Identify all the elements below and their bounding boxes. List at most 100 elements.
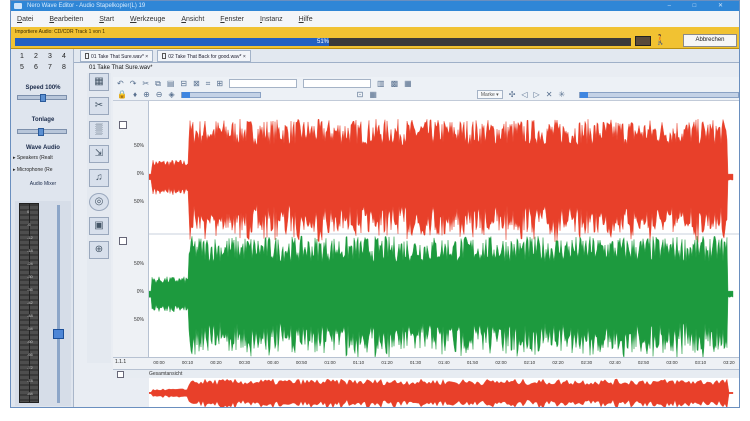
zoom-slider[interactable]	[180, 91, 261, 98]
tonlage-slider[interactable]	[17, 128, 67, 136]
track-button[interactable]: 6	[29, 64, 43, 71]
marker-icon[interactable]: ♦	[133, 90, 137, 99]
scroll-slider[interactable]	[579, 91, 739, 98]
position-field[interactable]	[229, 79, 298, 88]
lock-icon[interactable]: 🔒	[117, 90, 127, 99]
window-controls[interactable]: – □ ✕	[668, 1, 733, 11]
zoom-slider-knob[interactable]	[181, 91, 190, 98]
menu-window[interactable]: Fenster	[220, 16, 244, 23]
zoom-out-icon[interactable]: ⊖	[156, 90, 163, 99]
menu-edit[interactable]: Bearbeiten	[49, 16, 83, 23]
time-tick-label: 03:20	[723, 360, 735, 365]
tab-track-01[interactable]: 01 Take That Sure.wav* ×	[80, 49, 154, 62]
track-button[interactable]: 2	[29, 53, 43, 60]
crop-icon[interactable]: ⌗	[206, 79, 211, 89]
grid-icon[interactable]: ▦	[369, 90, 377, 99]
track-button[interactable]: 5	[15, 64, 29, 71]
waveform-channel[interactable]	[149, 378, 734, 408]
device-microphone[interactable]: ▸ Microphone (Re	[13, 167, 71, 173]
tab-track-02[interactable]: 02 Take That Back for good.wav* ×	[157, 49, 251, 62]
track-button[interactable]: 4	[57, 53, 71, 60]
waveform-svg[interactable]	[149, 101, 740, 357]
close-icon[interactable]: ×	[145, 54, 148, 60]
record-tool-icon[interactable]: ◎	[89, 193, 109, 211]
time-tick-label: 01:10	[352, 360, 365, 365]
audio-mixer: 0 -6 -12 -18 -24 -30 -36 -42 -48 -54 -60 -66 -72 -78 -…	[15, 201, 71, 406]
waveform-channel[interactable]	[149, 235, 734, 357]
fit-icon[interactable]: ⊡	[357, 90, 364, 99]
tonlage-slider-knob[interactable]	[37, 128, 44, 136]
image-tool-icon[interactable]: ▣	[89, 217, 109, 235]
time-tick-label: 03:00	[666, 360, 678, 365]
document-tabs: 01 Take That Sure.wav* × 02 Take That Ba…	[74, 49, 739, 63]
overview-svg[interactable]	[149, 378, 740, 408]
channel-bottom-checkbox[interactable]	[119, 237, 127, 245]
device-speakers[interactable]: ▸ Speakers (Realt	[13, 155, 71, 161]
time-tick-label: 00:50	[295, 360, 308, 365]
speed-slider-knob[interactable]	[40, 94, 46, 102]
mode-select[interactable]: Marke ▾	[476, 90, 503, 99]
zoom-fit-icon[interactable]: ◈	[168, 90, 174, 99]
menu-start[interactable]: Start	[99, 16, 114, 23]
track-button[interactable]: 8	[57, 64, 71, 71]
speed-slider[interactable]	[17, 94, 67, 102]
undo-icon[interactable]: ↶	[117, 79, 124, 88]
menu-tools[interactable]: Werkzeuge	[130, 16, 165, 23]
paste-icon[interactable]: ▤	[167, 79, 175, 88]
menu-view[interactable]: Ansicht	[181, 16, 204, 23]
menu-help[interactable]: Hilfe	[299, 16, 313, 23]
cd-drive-icon	[635, 36, 651, 46]
time-tick-label: 01:30	[409, 360, 422, 365]
spectrum-icon[interactable]: ▩	[391, 79, 399, 88]
abort-button[interactable]: Abbrechen	[683, 34, 737, 47]
menu-file[interactable]: Datei	[17, 16, 33, 23]
tab-label: 02 Take That Back for good.wav*	[168, 53, 242, 60]
export-tool-icon[interactable]: ⇲	[89, 145, 109, 163]
time-tick-label: 02:30	[580, 360, 593, 365]
tool-c-icon[interactable]: ▷	[534, 90, 540, 99]
progress-percent: 51%	[316, 39, 329, 45]
tool-b-icon[interactable]: ◁	[521, 90, 527, 99]
db-label: 0%	[136, 171, 144, 177]
pattern-tool-icon[interactable]: ▒	[89, 121, 109, 139]
meter-scale-tick: -30	[27, 274, 33, 279]
mix-icon[interactable]: ⊞	[216, 79, 223, 88]
channel-top-checkbox[interactable]	[119, 121, 127, 129]
delete-icon[interactable]: ⊠	[193, 79, 200, 88]
copy-icon[interactable]: ⧉	[155, 79, 161, 89]
time-tick-label: 02:10	[523, 360, 536, 365]
track-button[interactable]: 7	[43, 64, 57, 71]
grid-tool-icon[interactable]: ▦	[89, 73, 109, 91]
menu-instance[interactable]: Instanz	[260, 16, 283, 23]
trim-icon[interactable]: ⊟	[180, 79, 187, 88]
tool-a-icon[interactable]: ✣	[509, 90, 516, 99]
close-icon[interactable]: ×	[243, 54, 246, 60]
waveform-area[interactable]	[149, 101, 740, 357]
cut-tool-icon[interactable]: ✂	[89, 97, 109, 115]
scroll-slider-knob[interactable]	[580, 91, 589, 98]
length-field[interactable]	[303, 79, 372, 88]
table-icon[interactable]: ▦	[404, 79, 412, 88]
wave-audio-label: Wave Audio	[26, 145, 60, 151]
track-number-grid: 1 2 3 4 5 6 7 8	[15, 53, 71, 71]
time-tick-label: 00:20	[210, 360, 222, 365]
volume-fader-track[interactable]	[57, 205, 60, 403]
waveform-channel[interactable]	[149, 118, 734, 243]
tool-d-icon[interactable]: ✕	[546, 90, 553, 99]
track-button[interactable]: 1	[15, 53, 29, 60]
zoom-in-icon[interactable]: ⊕	[143, 90, 150, 99]
effects-tool-icon[interactable]: ♫	[89, 169, 109, 187]
redo-icon[interactable]: ↷	[130, 79, 137, 88]
tool-e-icon[interactable]: ✳	[558, 90, 565, 99]
insert-tool-icon[interactable]: ⊕	[89, 241, 109, 259]
volume-fader-knob[interactable]	[53, 329, 64, 339]
cut-icon[interactable]: ✂	[142, 79, 149, 88]
overview-checkbox[interactable]	[117, 371, 124, 378]
document-icon	[162, 52, 167, 59]
zoom-readout: 1.1.1	[115, 359, 127, 365]
track-button[interactable]: 3	[43, 53, 57, 60]
running-person-icon: 🚶	[654, 35, 667, 46]
view-icon[interactable]: ▥	[377, 79, 385, 88]
time-tick-label: 01:50	[466, 360, 479, 365]
overview-strip[interactable]	[149, 378, 740, 408]
